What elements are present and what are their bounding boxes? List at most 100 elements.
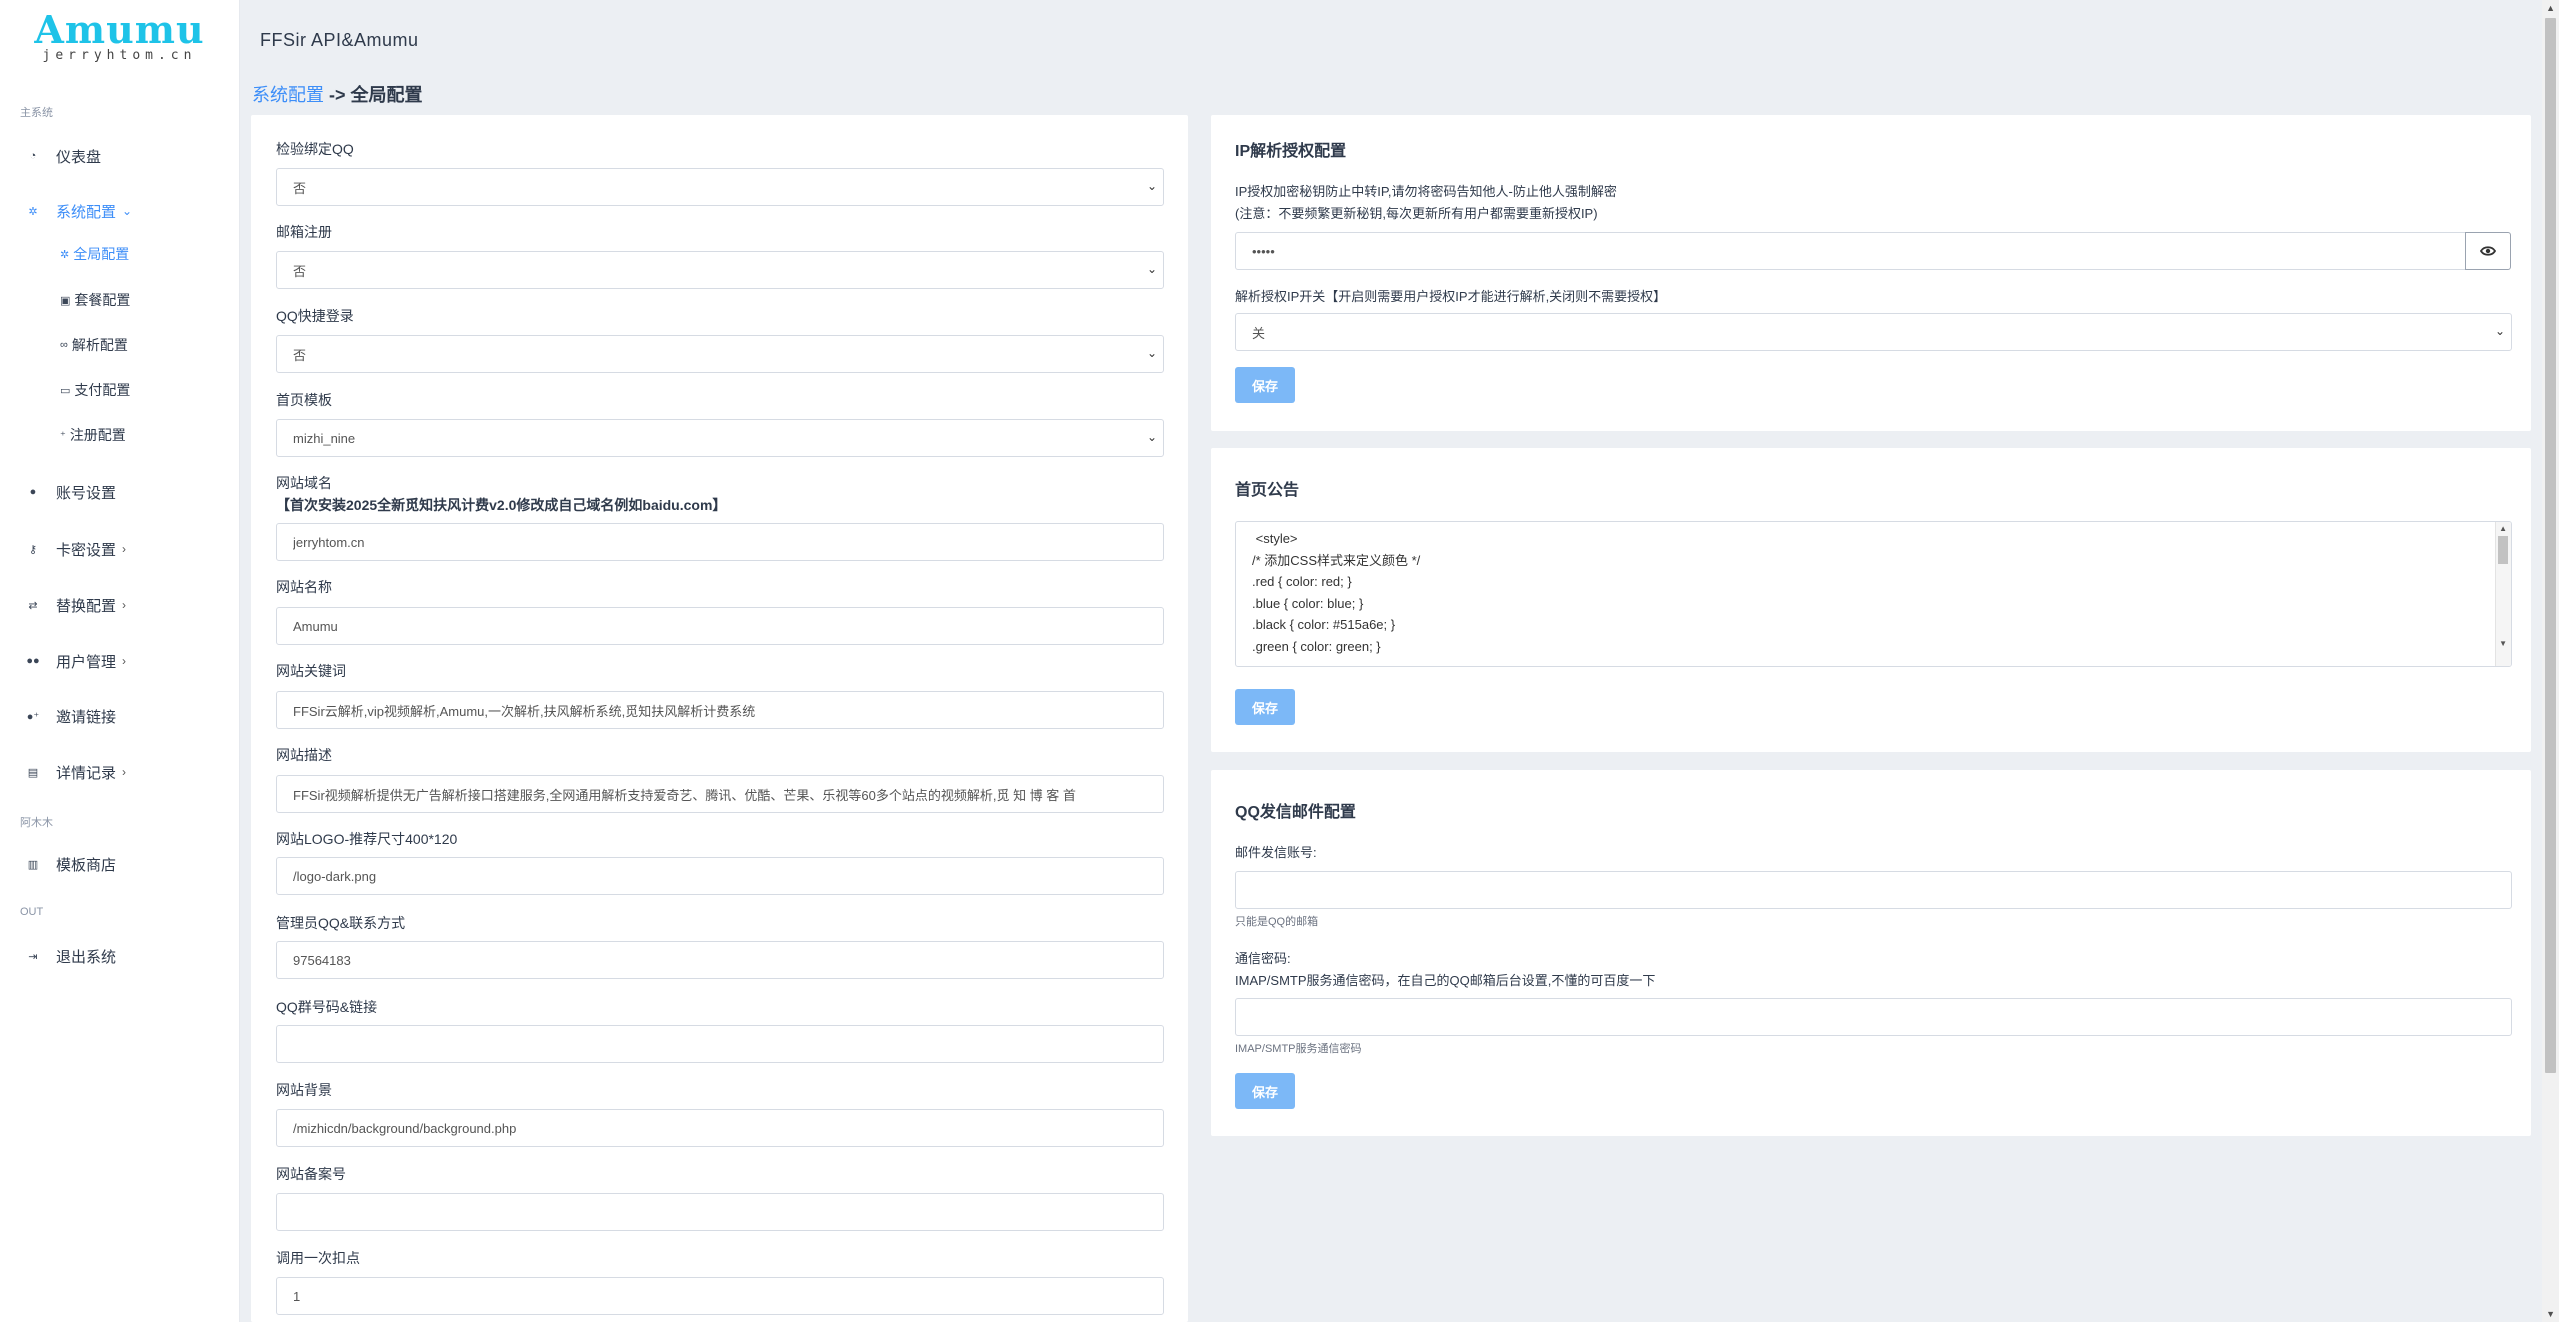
keywords-input[interactable]: FFSir云解析,vip视频解析,Amumu,一次解析,扶风解析系统,觅知扶风解…	[276, 691, 1164, 729]
sidebar-subitem-label: 全局配置	[73, 246, 130, 262]
sidebar-item-account[interactable]: ● 账号设置	[0, 476, 240, 508]
admin-qq-value: 97564183	[293, 952, 351, 968]
sidebar-item-replace[interactable]: ⇄ 替换配置 ›	[0, 589, 240, 621]
key-icon: ⚷	[28, 543, 38, 556]
nav-section-main: 主系统	[20, 107, 53, 119]
sidebar-item-label: 详情记录	[56, 764, 117, 782]
qq-group-label: QQ群号码&链接	[276, 999, 378, 1015]
topbar: FFSir API&Amumu	[241, 4, 2541, 78]
swap-icon: ⇄	[28, 599, 38, 612]
notice-save-button[interactable]: 保存	[1235, 689, 1295, 725]
ip-secret-input[interactable]: •••••	[1235, 232, 2466, 270]
breadcrumb-separator: ->	[324, 85, 351, 105]
sidebar-item-label: 模板商店	[56, 856, 117, 874]
ip-switch-value: 关	[1252, 325, 1266, 341]
site-name-label: 网站名称	[276, 579, 332, 595]
keywords-label: 网站关键词	[276, 663, 346, 679]
scroll-up-icon[interactable]: ▲	[2546, 3, 2555, 13]
ip-switch-select[interactable]: 关 ⌄	[1235, 313, 2512, 351]
qq-login-value: 否	[293, 347, 307, 363]
description-input[interactable]: FFSir视频解析提供无广告解析接口搭建服务,全网通用解析支持爱奇艺、腾讯、优酷…	[276, 775, 1164, 813]
eye-icon	[2480, 246, 2496, 256]
chevron-right-icon: ›	[122, 542, 127, 556]
mail-pass-desc: IMAP/SMTP服务通信密码，在自己的QQ邮箱后台设置,不懂的可百度一下	[1235, 973, 1656, 988]
logo-text: Amumu	[34, 7, 205, 52]
qq-group-input[interactable]	[276, 1025, 1164, 1063]
sidebar-subitem-package-config[interactable]: ▣ 套餐配置	[0, 285, 240, 315]
sidebar-subitem-global-config[interactable]: ✲ 全局配置	[0, 239, 240, 269]
deduct-value: 1	[293, 1288, 301, 1304]
sidebar-item-dashboard[interactable]: ◔ 仪表盘	[0, 140, 240, 172]
page-scrollbar[interactable]: ▲ ▼	[2542, 0, 2559, 1322]
email-register-label: 邮箱注册	[276, 224, 332, 240]
sidebar-item-label: 账号设置	[56, 484, 117, 502]
scrollbar-thumb[interactable]	[2498, 536, 2508, 564]
gauge-icon: ◔	[29, 150, 37, 162]
user-icon: ●	[29, 486, 37, 498]
site-name-value: Amumu	[293, 618, 338, 634]
sidebar-item-invite[interactable]: ●⁺ 邀请链接	[0, 700, 240, 732]
notice-line: .green { color: green; }	[1252, 638, 1381, 654]
sidebar-subitem-pay-config[interactable]: ▭ 支付配置	[0, 375, 240, 405]
chevron-down-icon: ⌄	[1146, 430, 1157, 444]
sidebar-item-label: 卡密设置	[56, 541, 117, 559]
breadcrumb-parent-link[interactable]: 系统配置	[252, 85, 324, 105]
notice-textarea[interactable]: <style> /* 添加CSS样式来定义颜色 */ .red { color:…	[1235, 521, 2512, 667]
chevron-down-icon: ⌄	[1146, 346, 1157, 360]
logo-input[interactable]: /logo-dark.png	[276, 857, 1164, 895]
sidebar-item-card-key[interactable]: ⚷ 卡密设置 ›	[0, 533, 240, 565]
notice-content: <style> /* 添加CSS样式来定义颜色 */ .red { color:…	[1236, 522, 2511, 657]
chevron-down-icon: ⌄	[2494, 324, 2505, 338]
scroll-up-icon[interactable]: ▲	[2499, 524, 2507, 533]
sidebar-item-label: 邀请链接	[56, 708, 117, 726]
toggle-visibility-button[interactable]	[2465, 232, 2511, 270]
scroll-down-icon[interactable]: ▼	[2546, 1309, 2555, 1319]
domain-label: 网站域名	[276, 475, 332, 491]
sidebar-item-system-config[interactable]: ✲ 系统配置 ⌄	[0, 195, 240, 227]
qq-bind-select[interactable]: 否 ⌄	[276, 168, 1164, 206]
sidebar-item-logout[interactable]: ⇥ 退出系统	[0, 940, 240, 972]
qq-bind-label: 检验绑定QQ	[276, 141, 354, 157]
sidebar-item-label: 替换配置	[56, 597, 117, 615]
email-register-select[interactable]: 否 ⌄	[276, 251, 1164, 289]
admin-qq-input[interactable]: 97564183	[276, 941, 1164, 979]
sidebar-item-records[interactable]: ▤ 详情记录 ›	[0, 756, 240, 788]
domain-input[interactable]: jerryhtom.cn	[276, 523, 1164, 561]
nav-section-out: OUT	[20, 906, 44, 918]
brand-logo[interactable]: Amumu jerryhtom.cn	[0, 0, 239, 68]
icp-input[interactable]	[276, 1193, 1164, 1231]
sidebar-subitem-parse-config[interactable]: ∞ 解析配置	[0, 330, 240, 360]
deduct-label: 调用一次扣点	[276, 1250, 360, 1266]
textarea-scrollbar[interactable]: ▲ ▼	[2495, 522, 2511, 666]
sidebar-item-users[interactable]: ●● 用户管理 ›	[0, 645, 240, 677]
notice-line: .black { color: #515a6e; }	[1252, 617, 1396, 632]
page-scrollbar-thumb[interactable]	[2545, 18, 2556, 1073]
sidebar-item-label: 用户管理	[56, 653, 117, 671]
notice-line: .red { color: red; }	[1252, 574, 1352, 589]
gear-icon: ✲	[60, 248, 70, 261]
nav-section-store: 阿木木	[20, 817, 53, 829]
background-input[interactable]: /mizhicdn/background/background.php	[276, 1109, 1164, 1147]
description-label: 网站描述	[276, 747, 332, 763]
deduct-input[interactable]: 1	[276, 1277, 1164, 1315]
mail-save-button[interactable]: 保存	[1235, 1073, 1295, 1109]
background-label: 网站背景	[276, 1082, 332, 1098]
link-icon: ∞	[60, 339, 68, 351]
qq-login-select[interactable]: 否 ⌄	[276, 335, 1164, 373]
scroll-down-icon[interactable]: ▼	[2499, 639, 2507, 648]
sidebar-subitem-register-config[interactable]: ⁺ 注册配置	[0, 420, 240, 450]
gear-icon: ✲	[28, 205, 38, 218]
domain-value: jerryhtom.cn	[293, 534, 365, 550]
notice-card: 首页公告 <style> /* 添加CSS样式来定义颜色 */ .red { c…	[1211, 448, 2531, 752]
mail-pass-input[interactable]	[1235, 998, 2512, 1036]
notice-line: <style>	[1252, 531, 1298, 546]
site-name-input[interactable]: Amumu	[276, 607, 1164, 645]
sidebar-item-template-store[interactable]: ▥ 模板商店	[0, 848, 240, 880]
template-select[interactable]: mizhi_nine ⌄	[276, 419, 1164, 457]
sidebar-item-label: 退出系统	[56, 948, 117, 966]
mail-account-input[interactable]	[1235, 871, 2512, 909]
ip-save-button[interactable]: 保存	[1235, 367, 1295, 403]
mail-account-help: 只能是QQ的邮箱	[1235, 916, 1319, 928]
sidebar-subitem-label: 解析配置	[71, 337, 128, 353]
card-icon: ▭	[60, 384, 71, 397]
